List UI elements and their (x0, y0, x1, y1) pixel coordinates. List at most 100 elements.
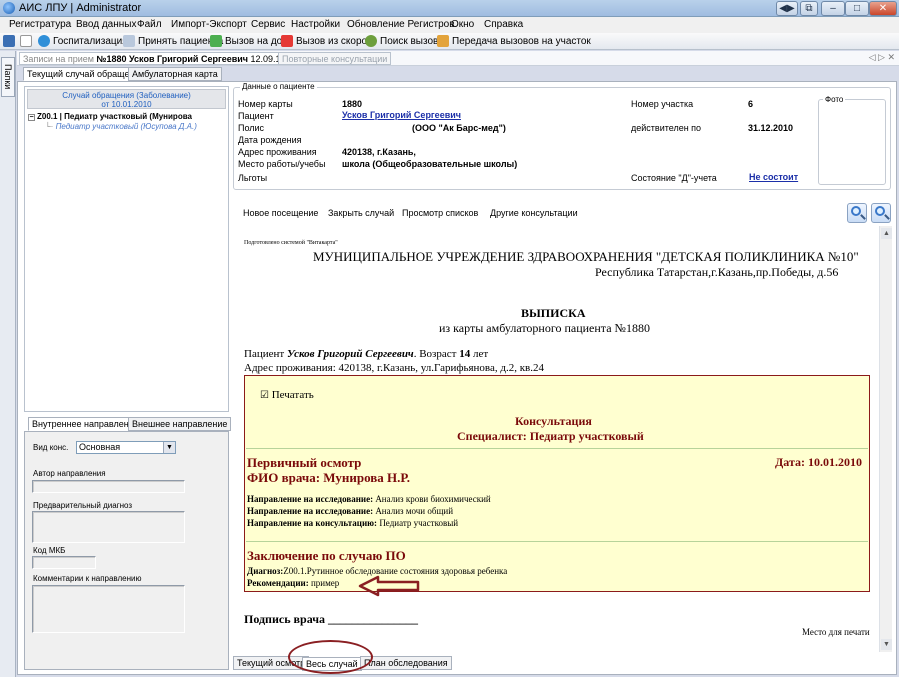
direction-line-3: Направление на консультацию: Педиатр уча… (247, 518, 459, 528)
scroll-down-icon[interactable]: ▼ (881, 639, 892, 650)
specialist: Специалист: Педиатр участковый (457, 429, 644, 443)
menu-help[interactable]: Справка (484, 19, 523, 30)
house-call-button[interactable]: Вызов на дом (210, 35, 289, 47)
menu-service[interactable]: Сервис (251, 19, 285, 30)
chevron-down-icon[interactable]: ▼ (163, 442, 175, 453)
close-case-link[interactable]: Закрыть случай (328, 208, 394, 218)
patient-name-link[interactable]: Усков Григорий Сергеевич (342, 110, 461, 120)
d-status-label: Состояние "Д"-учета (631, 173, 717, 183)
address-value: 420138, г.Казань, (342, 147, 416, 157)
maximize-button[interactable]: □ (845, 1, 869, 16)
prepared-by: Подготовлено системой "Витакарта" (244, 240, 338, 246)
viewer-scrollbar[interactable]: ▲ ▼ (879, 226, 892, 652)
divider (246, 448, 868, 449)
ambulance-call-button[interactable]: Вызов из скорой (281, 35, 373, 47)
work-value: школа (Общеобразовательные школы) (342, 159, 518, 169)
visit-title: Первичный осмотр (247, 455, 362, 470)
address-label: Адрес проживания (238, 147, 317, 157)
menu-registry[interactable]: Регистратура (9, 19, 71, 30)
consult-kind-label: Вид конс. (33, 443, 69, 452)
org-name: МУНИЦИПАЛЬНОЕ УЧРЕЖДЕНИЕ ЗДРАВООХРАНЕНИЯ… (313, 249, 859, 264)
stamp-place: Место для печати (802, 627, 870, 637)
tree-node-case[interactable]: − Z00.1 | Педиатр участковый (Мунирова (28, 112, 192, 121)
card-number-label: Номер карты (238, 99, 293, 109)
doc-heading: ВЫПИСКА (521, 306, 586, 320)
menu-import-export[interactable]: Импорт-Экспорт (171, 19, 247, 30)
other-consults-link[interactable]: Другие консультации (490, 208, 578, 218)
zoom-in-icon[interactable] (847, 203, 867, 223)
divider (246, 541, 868, 542)
tree-node-visit[interactable]: └· Педиатр участковый (Юсупова Д.А.) (45, 122, 197, 131)
menu-settings[interactable]: Настройки (291, 19, 340, 30)
transfer-icon (437, 35, 449, 47)
work-label: Место работы/учебы (238, 159, 326, 169)
tab-exam-plan[interactable]: План обследования (360, 656, 452, 670)
prelim-diagnosis-label: Предварительный диагноз (33, 501, 133, 510)
zoom-out-icon[interactable] (871, 203, 891, 223)
benefits-label: Льготы (238, 173, 268, 183)
prelim-diagnosis-field[interactable] (32, 511, 185, 543)
search-call-button[interactable]: Поиск вызова (365, 35, 444, 47)
direction-panel: Вид конс. Основная ▼ Автор направления Пр… (24, 431, 229, 670)
close-button[interactable]: ✕ (869, 1, 897, 16)
tab-patient-record[interactable]: Записи на прием №1880 Усков Григорий Сер… (19, 52, 306, 65)
app-icon (3, 2, 15, 14)
menu-data-entry[interactable]: Ввод данных (76, 19, 136, 30)
doc-subheading: из карты амбулаторного пациента №1880 (439, 321, 650, 335)
consult-kind-select[interactable]: Основная ▼ (76, 441, 176, 454)
annotation-ellipse (288, 640, 373, 674)
district-label: Номер участка (631, 99, 694, 109)
author-label: Автор направления (33, 469, 106, 478)
tab-internal-direction[interactable]: Внутреннее направление (28, 417, 143, 431)
photo-label: Фото (823, 95, 846, 104)
mkb-code-field[interactable] (32, 556, 96, 569)
ambulance-icon (281, 35, 293, 47)
conclusion-title: Заключение по случаю ПО (247, 548, 406, 563)
print-checkbox[interactable]: ☑ Печатать (260, 389, 314, 401)
case-tree: Случай обращения (Заболевание) от 10.01.… (24, 86, 229, 412)
checkbox-checked-icon[interactable]: ☑ (260, 390, 269, 401)
tab-repeat-consultations[interactable]: Повторные консультации (278, 52, 392, 65)
hospitalization-button[interactable]: Госпитализация (38, 35, 128, 47)
menu-bar: Регистратура Ввод данных Файл Импорт-Экс… (0, 17, 899, 33)
save-icon[interactable] (3, 35, 15, 47)
side-strip: Папки (0, 51, 16, 677)
extra-window-button[interactable]: ◀▶ (776, 1, 798, 16)
doctor-signature: Подпись врача _______________ (244, 612, 418, 626)
menu-window[interactable]: Окно (451, 19, 474, 30)
tab-nav-controls[interactable]: ◁ ▷ ✕ (869, 52, 895, 63)
hospital-icon (38, 35, 50, 47)
tab-outpatient-card[interactable]: Амбулаторная карта (128, 67, 222, 81)
patient-label: Пациент (238, 111, 274, 121)
valid-until-label: действителен по (631, 123, 702, 133)
title-bar: АИС ЛПУ | Administrator ◀▶ ⧉ ‒ □ ✕ (0, 0, 899, 17)
org-address: Республика Татарстан,г.Казань,пр.Победы,… (595, 265, 839, 279)
scroll-up-icon[interactable]: ▲ (881, 228, 892, 239)
patient-data-legend: Данные о пациенте (240, 82, 317, 91)
consult-title: Консультация (515, 414, 592, 428)
new-visit-link[interactable]: Новое посещение (243, 208, 318, 218)
menu-update-registers[interactable]: Обновление Регистров (347, 19, 455, 30)
transfer-calls-button[interactable]: Передача вызовов на участок (437, 35, 591, 47)
minimize-button[interactable]: ‒ (821, 1, 845, 16)
view-lists-link[interactable]: Просмотр списков (402, 208, 478, 218)
annotation-arrow-icon (358, 575, 420, 597)
accept-patient-button[interactable]: Принять пациента (123, 35, 223, 47)
collapse-icon[interactable]: − (28, 114, 35, 121)
comments-field[interactable] (32, 585, 185, 633)
dob-label: Дата рождения (238, 135, 302, 145)
menu-file[interactable]: Файл (137, 19, 162, 30)
window-title: АИС ЛПУ | Administrator (19, 2, 142, 14)
author-field[interactable] (32, 480, 185, 493)
direction-line-1: Направление на исследование: Анализ кров… (247, 494, 491, 504)
document-icon[interactable] (20, 35, 32, 47)
tab-external-direction[interactable]: Внешнее направление (128, 417, 232, 431)
restore-small-button[interactable]: ⧉ (800, 1, 818, 16)
district-value: 6 (748, 99, 754, 109)
d-status-link[interactable]: Не состоит (749, 172, 798, 182)
tree-header[interactable]: Случай обращения (Заболевание) от 10.01.… (27, 89, 226, 109)
recommendation-line: Рекомендации: пример (247, 578, 340, 588)
direction-line-2: Направление на исследование: Анализ мочи… (247, 506, 454, 516)
folders-tab[interactable]: Папки (1, 57, 15, 97)
photo-frame: Фото (818, 95, 886, 185)
